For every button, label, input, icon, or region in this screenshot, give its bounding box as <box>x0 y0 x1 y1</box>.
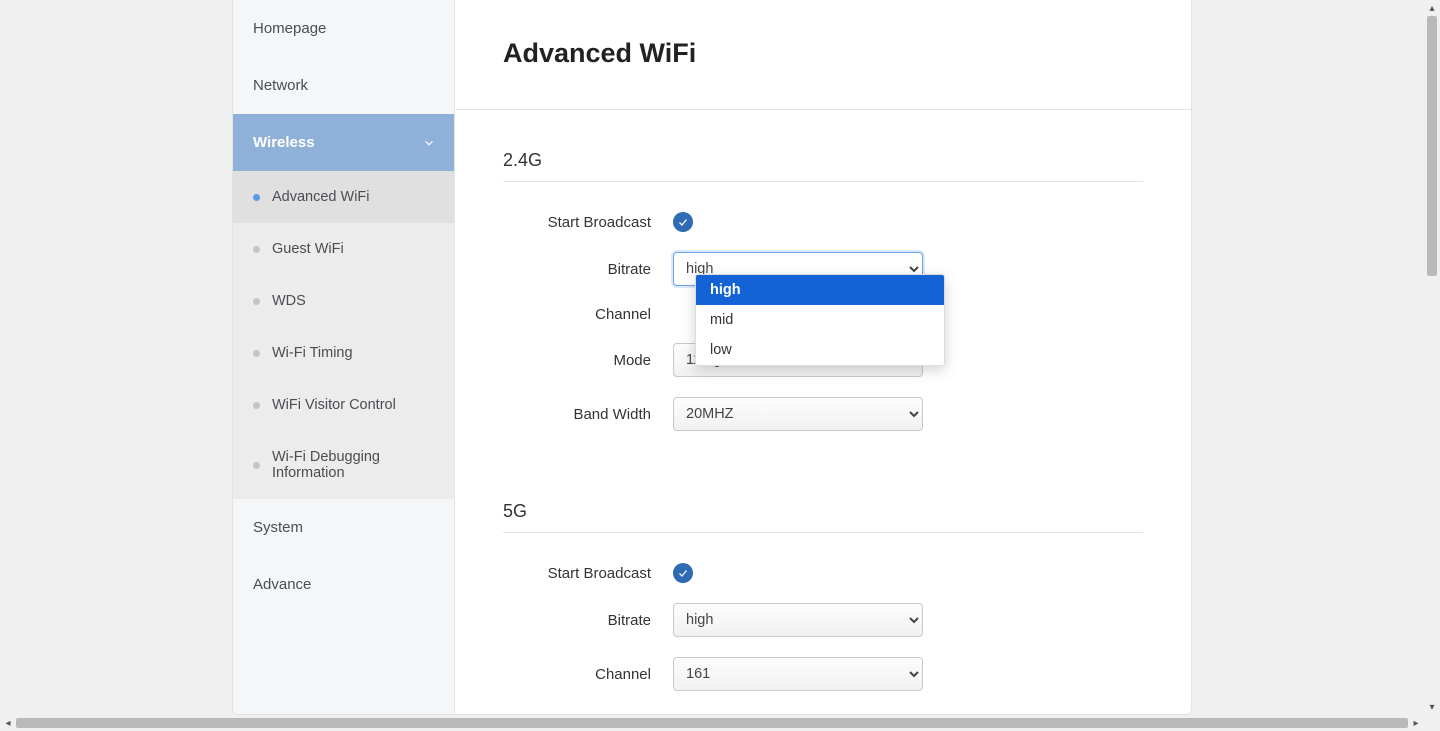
sidebar-sub-label: WiFi Visitor Control <box>272 397 396 413</box>
chevron-down-icon <box>422 136 436 150</box>
sidebar-item-wireless[interactable]: Wireless <box>233 114 454 171</box>
row-5g-start-broadcast: Start Broadcast <box>503 563 1143 583</box>
bullet-icon <box>253 462 260 469</box>
bitrate-option-low[interactable]: low <box>696 335 944 365</box>
label-channel: Channel <box>503 306 673 323</box>
vertical-scroll-thumb[interactable] <box>1427 16 1437 276</box>
check-icon <box>677 567 689 579</box>
bullet-icon <box>253 194 260 201</box>
row-5g-bitrate: Bitrate high <box>503 603 1143 637</box>
sidebar-sub-wifi-debugging-info[interactable]: Wi-Fi Debugging Information <box>233 431 454 499</box>
sidebar-item-homepage[interactable]: Homepage <box>233 0 454 57</box>
row-24g-bandwidth: Band Width 20MHZ <box>503 397 1143 431</box>
settings-panel: Homepage Network Wireless Advanced WiFi … <box>232 0 1192 715</box>
bullet-icon <box>253 298 260 305</box>
check-icon <box>677 216 689 228</box>
sidebar-sub-wifi-timing[interactable]: Wi-Fi Timing <box>233 327 454 379</box>
vertical-scrollbar[interactable]: ▴ ▾ <box>1424 0 1440 715</box>
bitrate-select-5g[interactable]: high <box>673 603 923 637</box>
sidebar-item-advance[interactable]: Advance <box>233 556 454 613</box>
horizontal-scrollbar[interactable]: ◂ ▸ <box>0 715 1424 731</box>
bitrate-option-mid[interactable]: mid <box>696 305 944 335</box>
scroll-left-arrow-icon[interactable]: ◂ <box>0 715 16 731</box>
bitrate-option-high[interactable]: high <box>696 275 944 305</box>
scroll-down-arrow-icon[interactable]: ▾ <box>1424 699 1440 715</box>
label-start-broadcast-5g: Start Broadcast <box>503 565 673 582</box>
bullet-icon <box>253 402 260 409</box>
section-title-5g: 5G <box>503 501 1143 533</box>
sidebar-sub-wifi-visitor-control[interactable]: WiFi Visitor Control <box>233 379 454 431</box>
scroll-up-arrow-icon[interactable]: ▴ <box>1424 0 1440 16</box>
label-bitrate-5g: Bitrate <box>503 612 673 629</box>
sidebar-sub-label: Wi-Fi Timing <box>272 345 353 361</box>
label-channel-5g: Channel <box>503 666 673 683</box>
sidebar-item-label: Wireless <box>253 134 315 151</box>
start-broadcast-toggle-24g[interactable] <box>673 212 693 232</box>
scroll-right-arrow-icon[interactable]: ▸ <box>1408 715 1424 731</box>
sidebar-sub-guest-wifi[interactable]: Guest WiFi <box>233 223 454 275</box>
start-broadcast-toggle-5g[interactable] <box>673 563 693 583</box>
sidebar-sub-label: Guest WiFi <box>272 241 344 257</box>
main-content: Advanced WiFi 2.4G Start Broadcast Bitra… <box>455 0 1191 714</box>
bandwidth-select-24g[interactable]: 20MHZ <box>673 397 923 431</box>
sidebar-sub-label: Wi-Fi Debugging Information <box>272 449 444 481</box>
sidebar-sub-label: WDS <box>272 293 306 309</box>
section-title-2-4g: 2.4G <box>503 150 1143 182</box>
sidebar-sub-label: Advanced WiFi <box>272 189 370 205</box>
channel-select-5g[interactable]: 161 <box>673 657 923 691</box>
label-bandwidth: Band Width <box>503 406 673 423</box>
row-24g-start-broadcast: Start Broadcast <box>503 212 1143 232</box>
sidebar-sub-advanced-wifi[interactable]: Advanced WiFi <box>233 171 454 223</box>
label-start-broadcast: Start Broadcast <box>503 214 673 231</box>
label-bitrate: Bitrate <box>503 261 673 278</box>
section-5g: 5G Start Broadcast Bitrate high Channel … <box>503 501 1143 691</box>
sidebar-sub-wds[interactable]: WDS <box>233 275 454 327</box>
bitrate-dropdown-24g: high mid low <box>695 274 945 366</box>
sidebar-item-system[interactable]: System <box>233 499 454 556</box>
horizontal-scroll-thumb[interactable] <box>16 718 1408 728</box>
sidebar-item-network[interactable]: Network <box>233 57 454 114</box>
bullet-icon <box>253 350 260 357</box>
sidebar: Homepage Network Wireless Advanced WiFi … <box>233 0 455 714</box>
divider <box>455 109 1191 110</box>
row-5g-channel: Channel 161 <box>503 657 1143 691</box>
bullet-icon <box>253 246 260 253</box>
page-title: Advanced WiFi <box>503 38 1143 69</box>
label-mode: Mode <box>503 352 673 369</box>
